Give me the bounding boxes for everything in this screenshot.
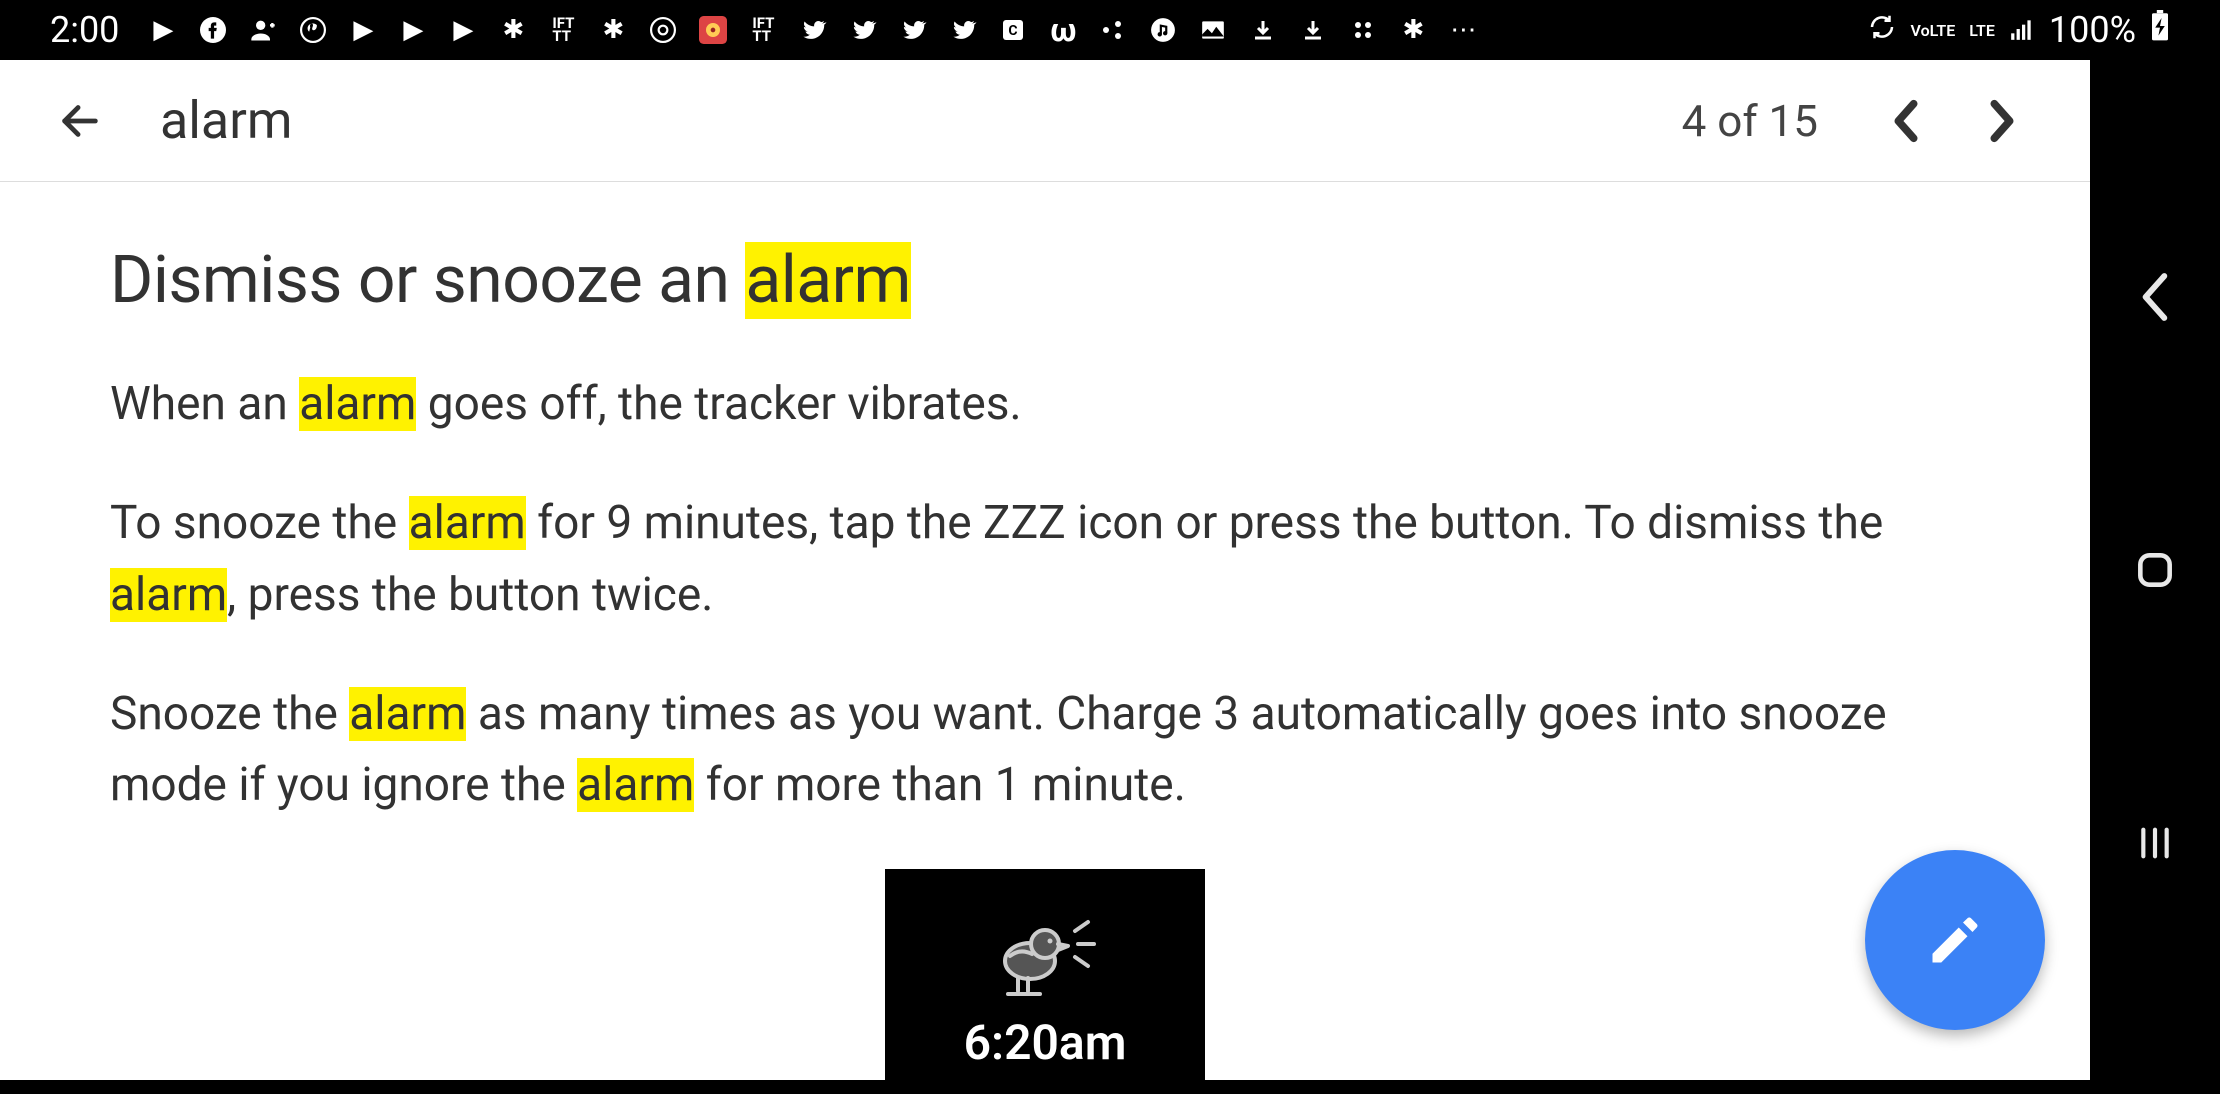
highlight: alarm [110, 568, 227, 622]
battery-percent: 100% [2049, 9, 2136, 51]
download-icon [1247, 14, 1279, 46]
apps-icon [1347, 14, 1379, 46]
nav-recents-button[interactable] [2125, 813, 2185, 873]
find-in-page-bar: alarm 4 of 15 [0, 60, 2090, 182]
youtube-icon: ▶ [347, 14, 379, 46]
ifttt-icon: ✱ [497, 14, 529, 46]
ifttt-icon: ✱ [1397, 14, 1429, 46]
android-nav-rail [2090, 60, 2220, 1080]
find-result-count: 4 of 15 [1682, 95, 1818, 147]
find-next-button[interactable] [1972, 91, 2032, 151]
download-icon [1297, 14, 1329, 46]
android-status-bar: 2:00 ▶ ▶ ▶ ▶ ✱ IFTTT ✱ IFTTT C ω ✱ ⋯ VoL… [0, 0, 2220, 60]
chrome-icon [647, 14, 679, 46]
device-alarm-preview: 6:20am [885, 869, 1205, 1094]
lte-label: LTE [1969, 21, 1995, 40]
photo-icon [1197, 14, 1229, 46]
bird-alarm-icon [970, 906, 1120, 1006]
youtube-icon: ▶ [147, 14, 179, 46]
highlight: alarm [577, 758, 694, 812]
svg-text:C: C [1009, 23, 1018, 39]
ifttt-icon: ✱ [597, 14, 629, 46]
twitter-icon [847, 14, 879, 46]
more-icon: ⋯ [1447, 14, 1479, 46]
person-add-icon [247, 14, 279, 46]
volte-label: VoLTE [1911, 21, 1956, 40]
paragraph-1: When an alarm goes off, the tracker vibr… [110, 369, 1980, 440]
article-content: Dismiss or snooze an alarm When an alarm… [0, 182, 2090, 1094]
find-prev-button[interactable] [1876, 91, 1936, 151]
ifttt-text-icon: IFTTT [547, 14, 579, 46]
search-query[interactable]: alarm [160, 90, 1682, 151]
twitter-icon [947, 14, 979, 46]
youtube-icon: ▶ [397, 14, 429, 46]
youtube-icon: ▶ [447, 14, 479, 46]
app-icon: C [997, 14, 1029, 46]
status-clock: 2:00 [50, 9, 119, 51]
signal-icon [2009, 9, 2035, 51]
nav-back-button[interactable] [2125, 267, 2185, 327]
sync-icon [1867, 9, 1897, 51]
highlight: alarm [299, 377, 416, 431]
share-icon [1097, 14, 1129, 46]
paragraph-3: Snooze the alarm as many times as you wa… [110, 679, 1980, 822]
twitter-icon [897, 14, 929, 46]
ifttt-text-icon: IFTTT [747, 14, 779, 46]
twitter-icon [797, 14, 829, 46]
battery-charging-icon [2150, 9, 2170, 51]
status-right: VoLTE LTE 100% [1867, 9, 2170, 51]
back-button[interactable] [50, 91, 110, 151]
music-icon [1147, 14, 1179, 46]
pinterest-icon [297, 14, 329, 46]
nav-home-button[interactable] [2125, 540, 2185, 600]
highlight: alarm [409, 496, 526, 550]
facebook-icon [197, 14, 229, 46]
flower-app-icon [697, 14, 729, 46]
status-left: 2:00 ▶ ▶ ▶ ▶ ✱ IFTTT ✱ IFTTT C ω ✱ ⋯ [50, 9, 1479, 51]
device-alarm-time: 6:20am [964, 1014, 1127, 1071]
pencil-icon [1925, 910, 1985, 970]
app-content: alarm 4 of 15 Dismiss or snooze an alarm… [0, 60, 2090, 1080]
edit-fab-button[interactable] [1865, 850, 2045, 1030]
paragraph-2: To snooze the alarm for 9 minutes, tap t… [110, 488, 1980, 631]
highlight: alarm [745, 242, 911, 319]
highlight: alarm [349, 687, 466, 741]
wattpad-icon: ω [1047, 14, 1079, 46]
article-heading: Dismiss or snooze an alarm [110, 242, 1980, 319]
